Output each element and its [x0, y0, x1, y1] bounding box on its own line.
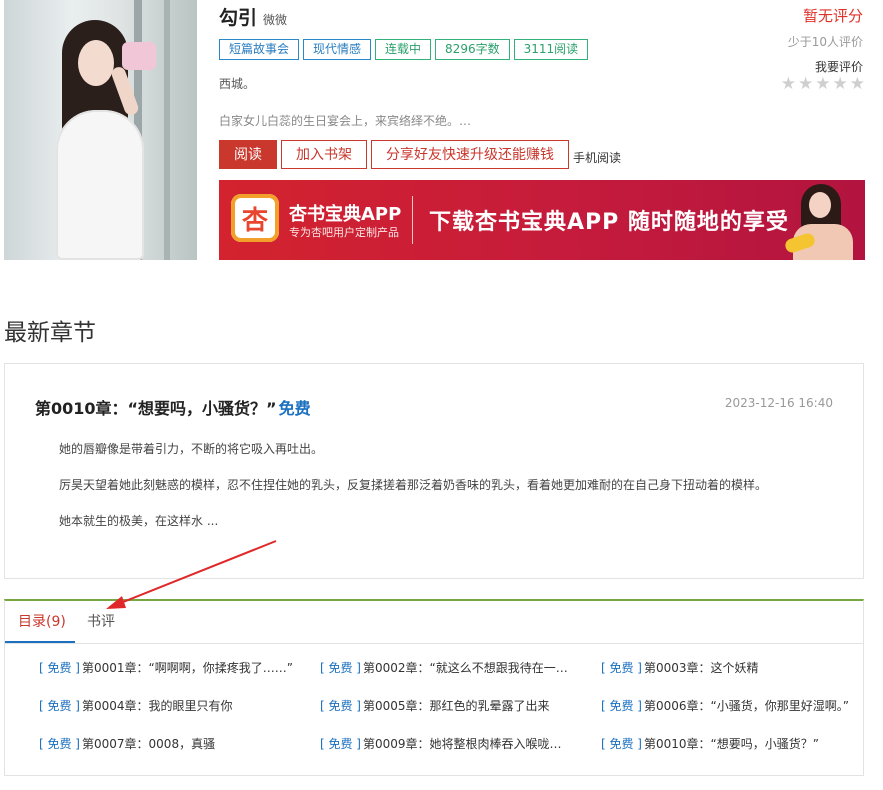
tag-word-count: 8296字数: [435, 39, 510, 60]
chapter-list-item[interactable]: [ 免费 ] 第0010章：“想要吗，小骚货？”: [601, 735, 859, 753]
latest-chapters-heading: 最新章节: [4, 320, 96, 346]
read-button[interactable]: 阅读: [219, 140, 277, 169]
tag-category[interactable]: 短篇故事会: [219, 39, 300, 60]
rate-me-link[interactable]: 我要评价: [815, 58, 863, 75]
star-icon[interactable]: ★: [850, 75, 865, 93]
rating-stars[interactable]: ★ ★ ★ ★ ★: [781, 75, 865, 93]
chapter-list-item[interactable]: [ 免费 ] 第0006章：“小骚货，你那里好湿啊。”: [601, 697, 859, 715]
cover-figure-face: [78, 40, 114, 86]
share-button[interactable]: 分享好友快速升级还能赚钱: [371, 140, 569, 169]
tag-genre[interactable]: 现代情感: [303, 39, 372, 60]
chapter-link[interactable]: 第0004章：我的眼里只有你: [82, 699, 233, 713]
tab-bar: 目录(9) 书评: [5, 601, 863, 644]
star-icon[interactable]: ★: [815, 75, 830, 93]
free-tag: [ 免费 ]: [39, 661, 80, 675]
free-tag: [ 免费 ]: [39, 699, 80, 713]
chapter-link[interactable]: 第0002章：“就这么不想跟我待在一…: [363, 661, 568, 675]
chapter-link[interactable]: 第0005章：那红色的乳晕露了出来: [363, 699, 550, 713]
latest-chapter-title[interactable]: 第0010章：“想要吗，小骚货？” 免费: [35, 395, 311, 419]
free-tag: [ 免费 ]: [601, 737, 642, 751]
free-badge: 免费: [278, 399, 311, 418]
book-cover-image[interactable]: [4, 0, 197, 260]
tag-read-count: 3111阅读: [513, 39, 589, 60]
chapter-list-item[interactable]: [ 免费 ] 第0005章：那红色的乳晕露了出来: [320, 697, 601, 715]
banner-figure-image: [783, 184, 853, 260]
cover-window-frame: [164, 0, 170, 260]
chapter-list-item[interactable]: [ 免费 ] 第0001章：“啊啊啊，你揉疼我了……”: [39, 659, 320, 677]
book-title-row: 勾引 微微: [219, 3, 287, 29]
book-tags: 短篇故事会 现代情感 连载中 8296字数 3111阅读: [219, 39, 589, 60]
cover-camera: [122, 42, 156, 70]
chapter-link[interactable]: 第0007章：0008，真骚: [82, 737, 215, 751]
chapter-list-item[interactable]: [ 免费 ] 第0007章：0008，真骚: [39, 735, 320, 753]
book-description-summary: 白家女儿白蕊的生日宴会上，来宾络绎不绝。…: [219, 114, 472, 128]
free-tag: [ 免费 ]: [320, 699, 361, 713]
chapter-link[interactable]: 第0010章：“想要吗，小骚货？”: [644, 737, 819, 751]
free-tag: [ 免费 ]: [320, 661, 361, 675]
free-tag: [ 免费 ]: [320, 737, 361, 751]
book-score: 暂无评分: [802, 7, 863, 25]
star-icon[interactable]: ★: [781, 75, 796, 93]
chapter-list-item[interactable]: [ 免费 ] 第0003章：这个妖精: [601, 659, 859, 677]
tab-reviews[interactable]: 书评: [87, 601, 115, 643]
chapter-link[interactable]: 第0001章：“啊啊啊，你揉疼我了……”: [82, 661, 293, 675]
add-to-shelf-button[interactable]: 加入书架: [281, 140, 367, 169]
latest-chapter-date: 2023-12-16 16:40: [724, 396, 833, 410]
free-tag: [ 免费 ]: [601, 699, 642, 713]
chapter-list-item[interactable]: [ 免费 ] 第0004章：我的眼里只有你: [39, 697, 320, 715]
star-icon[interactable]: ★: [798, 75, 813, 93]
latest-chapter-paragraph[interactable]: 她本就生的极美，在这样水 ...: [59, 512, 218, 529]
latest-chapter-title-text[interactable]: 第0010章：“想要吗，小骚货？”: [35, 399, 277, 418]
chapter-link[interactable]: 第0003章：这个妖精: [644, 661, 759, 675]
mobile-read-link[interactable]: 手机阅读: [573, 149, 621, 169]
book-author[interactable]: 微微: [263, 11, 287, 28]
banner-app-subtitle: 专为杏吧用户定制产品: [289, 226, 399, 239]
tag-status: 连载中: [375, 39, 432, 60]
rating-count: 少于10人评价: [787, 35, 863, 49]
app-logo-icon: 杏: [231, 194, 279, 242]
banner-app-name: 杏书宝典APP: [289, 204, 402, 225]
banner-figure-face: [809, 192, 831, 218]
latest-chapter-card: 第0010章：“想要吗，小骚货？” 免费 2023-12-16 16:40 她的唇…: [4, 363, 864, 579]
banner-slogan: 下载杏书宝典APP 随时随地的享受: [429, 210, 789, 235]
chapter-link[interactable]: 第0006章：“小骚货，你那里好湿啊。”: [644, 699, 849, 713]
star-icon[interactable]: ★: [833, 75, 848, 93]
cover-figure-dress: [56, 110, 144, 260]
chapter-list: [ 免费 ] 第0001章：“啊啊啊，你揉疼我了……” [ 免费 ] 第0002章：…: [39, 659, 859, 753]
app-download-banner[interactable]: 杏 杏书宝典APP 专为杏吧用户定制产品 下载杏书宝典APP 随时随地的享受: [219, 180, 865, 260]
latest-chapter-paragraph: 厉昊天望着她此刻魅惑的模样，忍不住捏住她的乳头，反复揉搓着那泛着奶香味的乳头，看…: [59, 478, 768, 492]
chapter-tabs-panel: 目录(9) 书评 [ 免费 ] 第0001章：“啊啊啊，你揉疼我了……” [ 免费…: [4, 599, 864, 776]
tab-table-of-contents[interactable]: 目录(9): [5, 601, 75, 643]
book-description-line: 西城。: [219, 77, 256, 91]
free-tag: [ 免费 ]: [39, 737, 80, 751]
chapter-list-item[interactable]: [ 免费 ] 第0002章：“就这么不想跟我待在一…: [320, 659, 601, 677]
book-title: 勾引: [219, 7, 258, 29]
banner-divider: [412, 196, 413, 244]
chapter-link[interactable]: 第0009章：她将整根肉棒吞入喉咙…: [363, 737, 562, 751]
book-actions: 阅读 加入书架 分享好友快速升级还能赚钱 手机阅读: [219, 140, 621, 169]
latest-chapter-paragraph: 她的唇瓣像是带着引力，不断的将它吸入再吐出。: [59, 442, 324, 456]
chapter-list-item[interactable]: [ 免费 ] 第0009章：她将整根肉棒吞入喉咙…: [320, 735, 601, 753]
free-tag: [ 免费 ]: [601, 661, 642, 675]
